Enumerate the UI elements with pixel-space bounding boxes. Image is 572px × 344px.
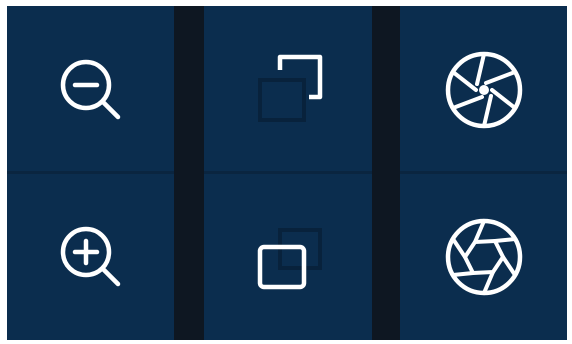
iris-open-icon [445, 218, 522, 295]
focus-column [204, 6, 372, 340]
zoom-out-icon [60, 59, 120, 119]
iris-close-button[interactable] [400, 6, 567, 173]
zoom-in-button[interactable] [7, 173, 174, 340]
focus-near-icon [257, 227, 322, 289]
focus-far-button[interactable] [204, 6, 372, 173]
focus-near-button[interactable] [204, 173, 372, 340]
zoom-column [7, 6, 174, 340]
iris-column [400, 6, 567, 340]
zoom-out-button[interactable] [7, 6, 174, 173]
focus-far-icon [258, 54, 323, 122]
iris-open-button[interactable] [400, 173, 567, 340]
iris-close-icon [445, 51, 522, 128]
ptz-control-panel [7, 6, 567, 340]
zoom-in-icon [60, 226, 120, 286]
